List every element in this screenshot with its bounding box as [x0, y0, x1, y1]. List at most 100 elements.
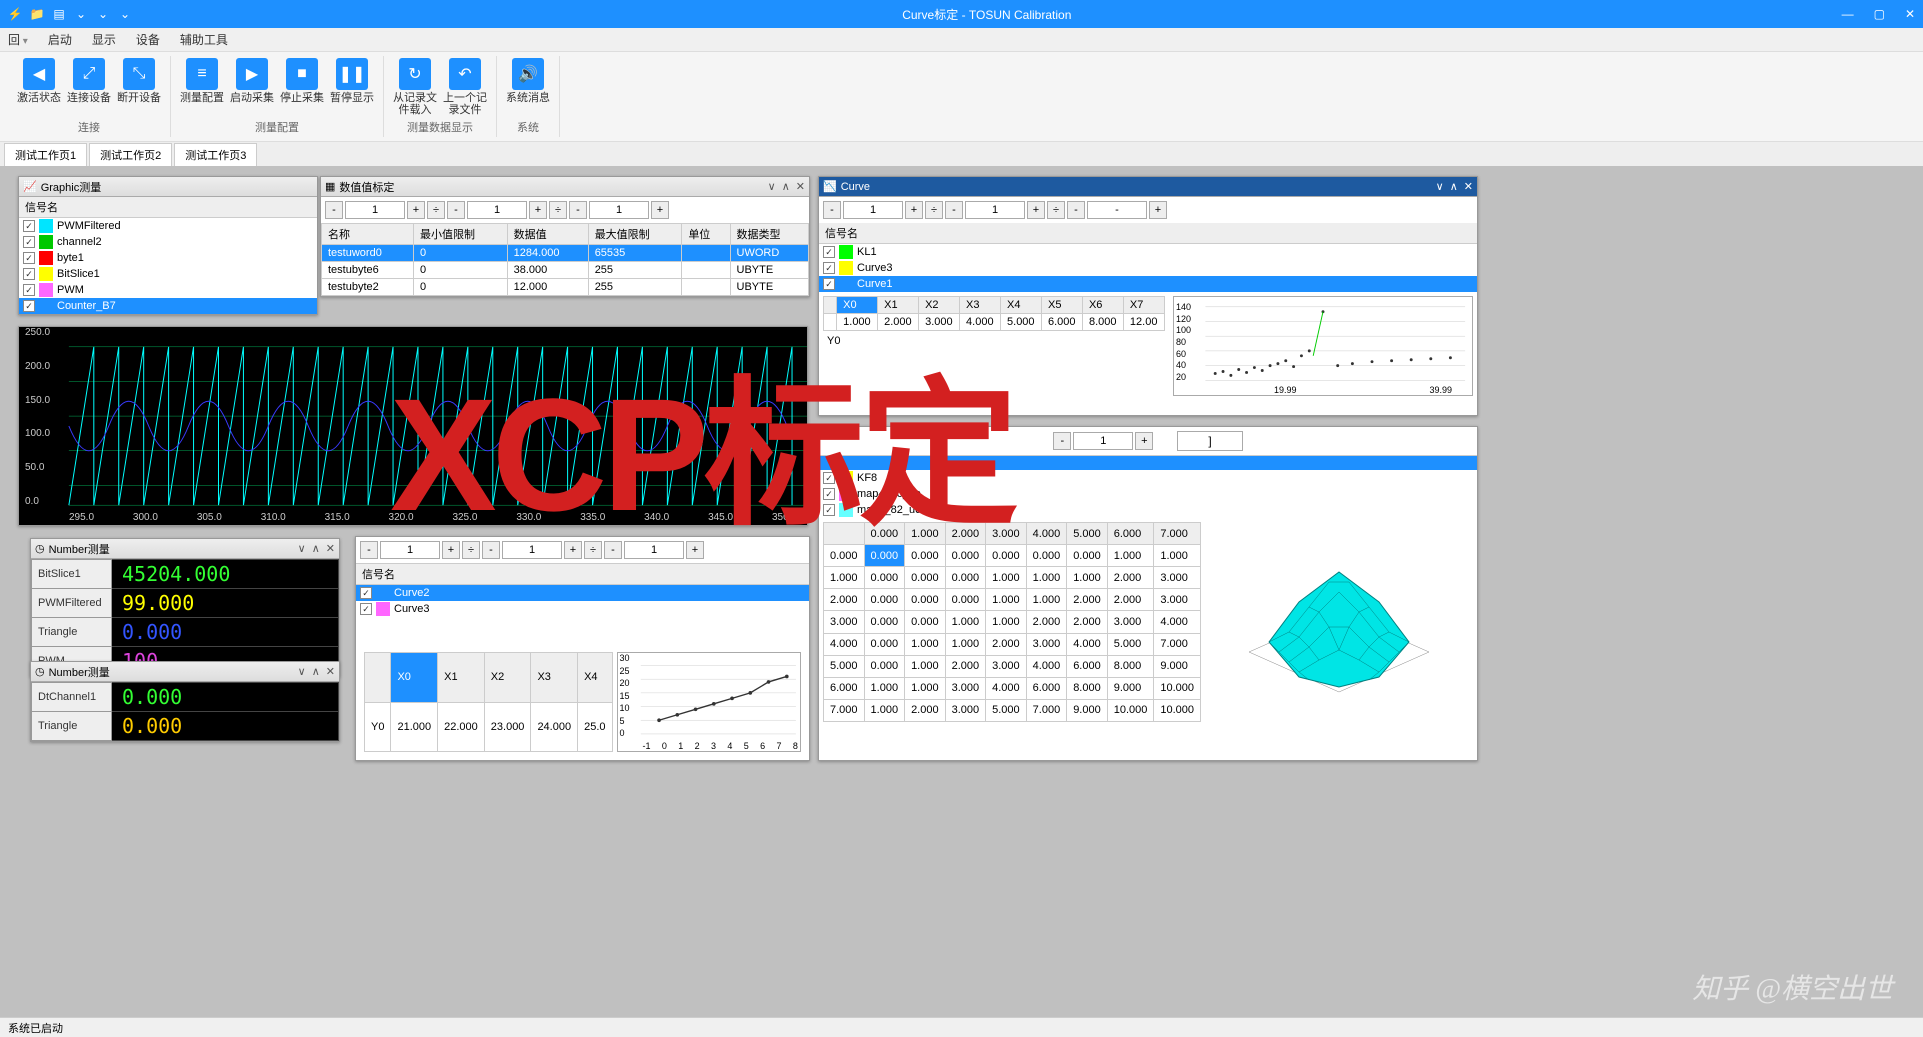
menu-device[interactable]: 设备: [136, 31, 160, 48]
maximize-icon[interactable]: ▢: [1874, 7, 1885, 21]
step-input[interactable]: [380, 541, 440, 559]
folder-icon[interactable]: 📁: [30, 7, 44, 21]
menu-display[interactable]: 显示: [92, 31, 116, 48]
signal-row[interactable]: ✓channel2: [19, 234, 317, 250]
minus-button[interactable]: -: [447, 201, 465, 219]
curve-main-table[interactable]: X0X1X2X3X4X5X6X7 1.0002.0003.0004.0005.0…: [823, 296, 1165, 331]
signal-row[interactable]: ✓Curve3: [819, 260, 1477, 276]
checkbox-icon[interactable]: ✓: [23, 284, 35, 296]
divide-button[interactable]: ÷: [584, 541, 602, 559]
step-input[interactable]: [965, 201, 1025, 219]
checkbox-icon[interactable]: ✓: [360, 587, 372, 599]
minus-button[interactable]: -: [1067, 201, 1085, 219]
oscilloscope-chart[interactable]: 250.0200.0150.0100.050.00.0 295.0300.030…: [19, 327, 807, 525]
expand-icon[interactable]: ∧: [782, 180, 790, 193]
signal-row[interactable]: ✓PWM: [19, 282, 317, 298]
plus-button[interactable]: +: [686, 541, 704, 559]
ribbon-button[interactable]: ↶上一个记录文件: [442, 56, 488, 117]
table-row[interactable]: 5.0000.0001.0002.0003.0004.0006.0008.000…: [824, 655, 1201, 677]
worksheet-tab[interactable]: 测试工作页1: [4, 143, 87, 166]
step-input[interactable]: [1087, 201, 1147, 219]
ribbon-button[interactable]: ▶启动采集: [229, 56, 275, 117]
table-row[interactable]: 2.0000.0000.0000.0001.0001.0002.0002.000…: [824, 589, 1201, 611]
table-row[interactable]: 3.0000.0000.0001.0001.0002.0002.0003.000…: [824, 611, 1201, 633]
minimize-icon[interactable]: —: [1842, 7, 1854, 21]
divide-button[interactable]: ÷: [925, 201, 943, 219]
step-input[interactable]: [345, 201, 405, 219]
step-input[interactable]: [1073, 432, 1133, 450]
divide-button[interactable]: ÷: [549, 201, 567, 219]
minus-button[interactable]: -: [325, 201, 343, 219]
step-input[interactable]: [502, 541, 562, 559]
checkbox-icon[interactable]: ✓: [23, 220, 35, 232]
ribbon-button[interactable]: ⤢连接设备: [66, 56, 112, 117]
map-grid-table[interactable]: 0.0001.0002.0003.0004.0005.0006.0007.000…: [823, 522, 1201, 722]
worksheet-tab[interactable]: 测试工作页3: [174, 143, 257, 166]
minus-button[interactable]: -: [1053, 432, 1071, 450]
plus-button[interactable]: +: [407, 201, 425, 219]
collapse-icon[interactable]: ∨: [768, 180, 776, 193]
expand-icon[interactable]: ∧: [312, 665, 320, 678]
checkbox-icon[interactable]: ✓: [823, 262, 835, 274]
expand-icon[interactable]: ∧: [312, 542, 320, 555]
plus-button[interactable]: +: [529, 201, 547, 219]
minus-button[interactable]: -: [360, 541, 378, 559]
menu-tools[interactable]: 辅助工具: [180, 31, 228, 48]
plus-button[interactable]: +: [564, 541, 582, 559]
step-input[interactable]: [589, 201, 649, 219]
divide-button[interactable]: ÷: [1047, 201, 1065, 219]
checkbox-icon[interactable]: ✓: [23, 268, 35, 280]
signal-row[interactable]: ✓PWMFiltered: [19, 218, 317, 234]
close-icon[interactable]: ✕: [326, 542, 335, 555]
dropdown-icon[interactable]: ⌄: [118, 7, 132, 21]
checkbox-icon[interactable]: ✓: [823, 488, 835, 500]
ribbon-button[interactable]: ❚❚暂停显示: [329, 56, 375, 117]
minus-button[interactable]: -: [823, 201, 841, 219]
ribbon-button[interactable]: ↻从记录文件载入: [392, 56, 438, 117]
checkbox-icon[interactable]: ✓: [823, 278, 835, 290]
minus-button[interactable]: -: [569, 201, 587, 219]
step-input[interactable]: [843, 201, 903, 219]
checkbox-icon[interactable]: ✓: [23, 236, 35, 248]
tool-icon[interactable]: ▤: [52, 7, 66, 21]
minus-button[interactable]: -: [482, 541, 500, 559]
close-icon[interactable]: ✕: [1464, 180, 1473, 193]
checkbox-icon[interactable]: ✓: [823, 246, 835, 258]
dropdown-icon[interactable]: ⌄: [96, 7, 110, 21]
plus-button[interactable]: +: [1149, 201, 1167, 219]
menu-start[interactable]: 启动: [48, 31, 72, 48]
signal-row[interactable]: ✓map4_80_uc: [819, 486, 1477, 502]
plus-button[interactable]: +: [442, 541, 460, 559]
plus-button[interactable]: +: [1027, 201, 1045, 219]
ribbon-button[interactable]: ⤡断开设备: [116, 56, 162, 117]
divide-button[interactable]: ÷: [427, 201, 445, 219]
close-icon[interactable]: ✕: [326, 665, 335, 678]
plus-button[interactable]: +: [905, 201, 923, 219]
table-row[interactable]: testubyte6038.000255UBYTE: [322, 262, 809, 279]
collapse-icon[interactable]: ∨: [1436, 180, 1444, 193]
curve-xy-table[interactable]: X0X1X2X3X4 Y021.00022.00023.00024.00025.…: [364, 652, 613, 752]
dropdown-icon[interactable]: ⌄: [74, 7, 88, 21]
signal-row[interactable]: ✓KL1: [819, 244, 1477, 260]
value-calib-table[interactable]: 名称最小值限制数据值最大值限制单位数据类型 testuword001284.00…: [321, 223, 809, 296]
worksheet-tab[interactable]: 测试工作页2: [89, 143, 172, 166]
step-input[interactable]: [624, 541, 684, 559]
table-row[interactable]: testubyte2012.000255UBYTE: [322, 279, 809, 296]
table-row[interactable]: 6.0001.0001.0003.0004.0006.0008.0009.000…: [824, 677, 1201, 699]
close-icon[interactable]: ✕: [796, 180, 805, 193]
minus-button[interactable]: -: [604, 541, 622, 559]
table-row[interactable]: 4.0000.0001.0001.0002.0003.0004.0005.000…: [824, 633, 1201, 655]
checkbox-icon[interactable]: ✓: [23, 252, 35, 264]
signal-row[interactable]: ✓BitSlice1: [19, 266, 317, 282]
ribbon-button[interactable]: 🔊系统消息: [505, 56, 551, 117]
signal-row[interactable]: ✓Curve1: [819, 276, 1477, 292]
checkbox-icon[interactable]: ✓: [360, 603, 372, 615]
signal-row[interactable]: ✓Counter_B7: [19, 298, 317, 314]
signal-row[interactable]: ✓Curve3: [356, 601, 809, 617]
signal-row[interactable]: ✓Curve2: [356, 585, 809, 601]
ribbon-button[interactable]: ■停止采集: [279, 56, 325, 117]
checkbox-icon[interactable]: ✓: [823, 504, 835, 516]
checkbox-icon[interactable]: ✓: [823, 472, 835, 484]
collapse-icon[interactable]: ∨: [298, 665, 306, 678]
table-row[interactable]: 7.0001.0002.0003.0005.0007.0009.00010.00…: [824, 699, 1201, 721]
